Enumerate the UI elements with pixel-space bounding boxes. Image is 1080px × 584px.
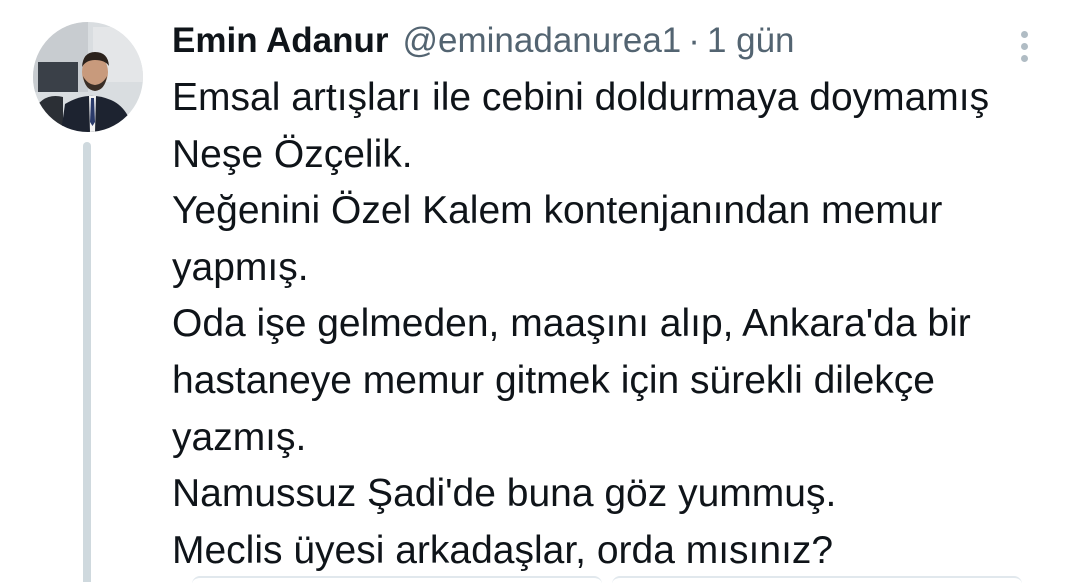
display-name[interactable]: Emin Adanur — [172, 16, 389, 66]
more-options-button[interactable] — [1008, 24, 1042, 68]
tweet-text-line: Yeğenini Özel Kalem kontenjanından memur — [172, 189, 943, 233]
tweet-text-line: Meclis üyesi arkadaşlar, orda mısınız? — [172, 528, 834, 572]
timestamp[interactable]: 1 gün — [707, 16, 795, 66]
tweet-text: Emsal artışları ile cebini doldurmaya do… — [172, 70, 1067, 579]
thread-line — [83, 142, 91, 582]
tweet-text-line: Oda işe gelmeden, maaşını alıp, Ankara'd… — [172, 302, 971, 346]
media-card-edge[interactable] — [192, 576, 602, 584]
avatar[interactable] — [33, 22, 143, 132]
media-card-edge[interactable] — [612, 576, 1022, 584]
tweet[interactable]: Emin Adanur @eminadanurea1 · 1 gün Emsal… — [0, 0, 1080, 582]
avatar-photo — [33, 22, 143, 132]
tweet-header: Emin Adanur @eminadanurea1 · 1 gün — [172, 16, 795, 66]
separator-dot: · — [688, 21, 700, 60]
tweet-text-line: yazmış. — [172, 415, 307, 459]
tweet-text-line: yapmış. — [172, 245, 309, 289]
tweet-text-line: Namussuz Şadi'de buna göz yummuş. — [172, 472, 837, 516]
tweet-text-line: Neşe Özçelik. — [172, 132, 413, 176]
user-handle[interactable]: @eminadanurea1 — [403, 16, 682, 66]
tweet-text-line: hastaneye memur gitmek için sürekli dile… — [172, 358, 935, 402]
tweet-text-line: Emsal artışları ile cebini doldurmaya do… — [172, 76, 990, 119]
